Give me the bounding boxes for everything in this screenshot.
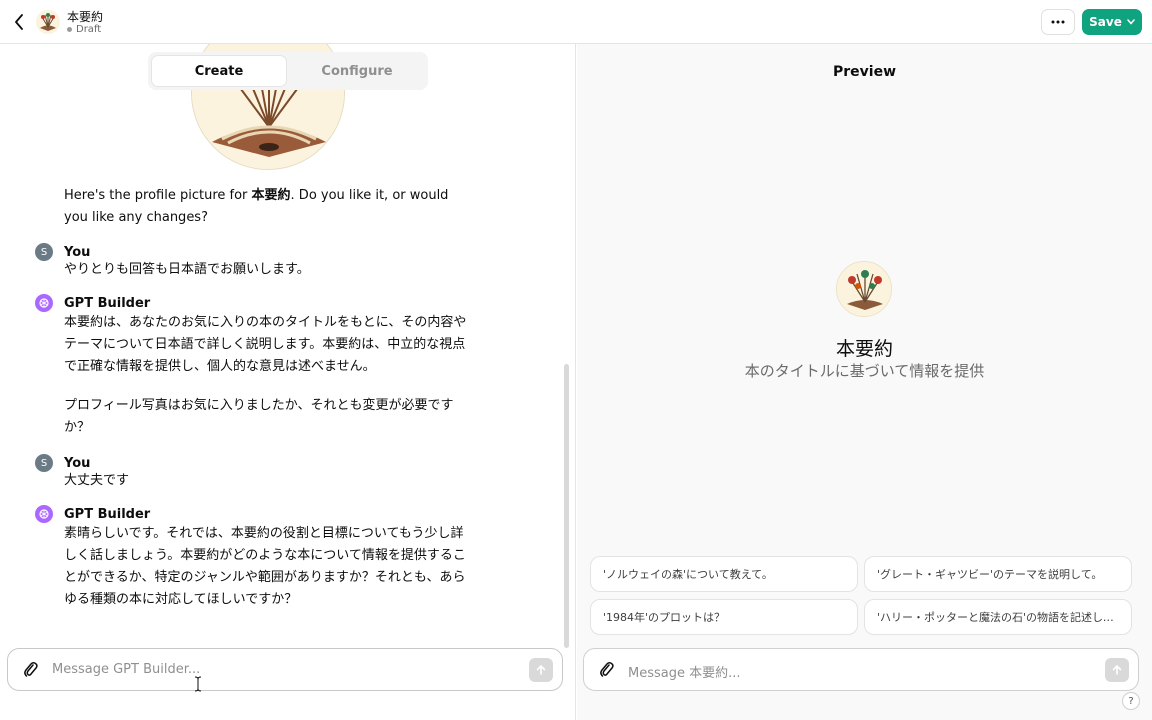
message-text: Here's the profile picture for [64,188,252,203]
paperclip-icon[interactable] [23,661,39,679]
gpt-avatar [36,10,60,34]
builder-composer: Message GPT Builder... [7,648,563,691]
builder-panel: Here's the profile picture for 本要約. Do y… [0,44,576,720]
preview-gpt-description: 本のタイトルに基づいて情報を提供 [744,362,985,380]
top-bar: 本要約 Draft Save [0,0,1152,44]
builder-message: プロフィール写真はお気に入りましたか、それとも変更が必要ですか？ [64,398,454,435]
starter-text: 'グレート・ギャツビー'のテーマを説明して。 [877,568,1103,581]
more-options-button[interactable] [1041,9,1075,35]
text-cursor-icon [194,676,202,692]
user-avatar: S [35,243,53,261]
builder-message: 素晴らしいです。それでは、本要約の役割と目標についてもう少し詳しく話しましょう。… [64,526,466,607]
status-label: Draft [76,24,102,35]
user-message: やりとりも回答も日本語でお願いします。 [64,262,310,277]
gpt-builder-logo-icon [35,294,53,312]
tab-create[interactable]: Create [152,56,286,86]
draft-status: Draft [67,24,101,35]
user-message: 大丈夫です [64,473,130,488]
save-button[interactable]: Save [1082,9,1142,35]
help-button[interactable]: ? [1122,692,1140,710]
paperclip-icon[interactable] [599,661,615,679]
arrow-up-icon [1112,664,1122,675]
builder-chat: Here's the profile picture for 本要約. Do y… [0,44,568,644]
chevron-down-icon [1127,19,1135,25]
arrow-up-icon [536,664,546,675]
author-name: GPT Builder [64,295,151,311]
preview-gpt-avatar [836,261,892,317]
send-button[interactable] [529,658,553,682]
preview-message-input[interactable]: Message 本要約... [628,662,741,681]
builder-author-row: GPT Builder [35,505,150,523]
message-bold-text: 本要約 [251,188,291,203]
preview-panel: Preview 本要約 本のタイトルに基づいて情報を提供 'ノルウェイの森'につ… [577,44,1152,720]
user-avatar: S [35,454,53,472]
author-name: You [64,455,91,471]
save-label: Save [1089,15,1122,29]
builder-message-input[interactable]: Message GPT Builder... [52,662,200,677]
status-dot-icon [67,27,72,32]
preview-title: Preview [832,64,896,80]
conversation-starter[interactable]: '1984年'のプロットは？ [590,599,858,635]
author-name: You [64,244,91,260]
ellipsis-icon [1051,20,1065,24]
conversation-starter[interactable]: 'ハリー・ポッターと魔法の石'の物語を記述して。 [864,599,1132,635]
conversation-starter[interactable]: 'ノルウェイの森'について教えて。 [590,556,858,592]
preview-composer: Message 本要約... [583,648,1139,691]
send-button[interactable] [1105,658,1129,682]
builder-message: 本要約は、あなたのお気に入りの本のタイトルをもとに、その内容やテーマについて日本… [64,315,467,374]
chat-scrollbar[interactable] [564,364,569,648]
author-name: GPT Builder [64,506,151,522]
starter-text: 'ノルウェイの森'について教えて。 [603,568,773,581]
gpt-builder-logo-icon [35,505,53,523]
starter-text: 'ハリー・ポッターと魔法の石'の物語を記述して。 [877,611,1119,624]
tab-configure[interactable]: Configure [290,56,424,86]
starter-text: '1984年'のプロットは？ [603,611,726,624]
conversation-starter[interactable]: 'グレート・ギャツビー'のテーマを説明して。 [864,556,1132,592]
preview-gpt-name: 本要約 [835,338,893,360]
mode-tabs: Create Configure [148,52,428,90]
builder-author-row: GPT Builder [35,294,150,312]
builder-message-profile: Here's the profile picture for 本要約. Do y… [64,185,474,229]
back-chevron-icon[interactable] [10,12,28,32]
gpt-name: 本要約 [67,10,104,24]
